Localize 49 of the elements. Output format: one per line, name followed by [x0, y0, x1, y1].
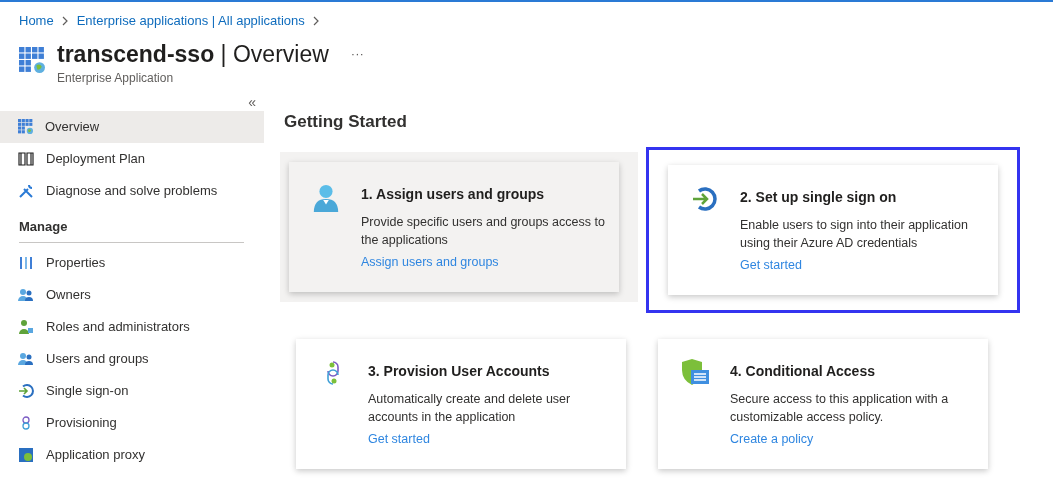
sidebar-item[interactable]: Properties	[0, 247, 264, 279]
tools-icon	[18, 182, 34, 199]
card-title: 1. Assign users and groups	[361, 185, 546, 204]
card-title: 2. Set up single sign on	[740, 188, 898, 207]
bars-icon	[18, 255, 34, 271]
shield-list-icon	[680, 359, 710, 387]
sidebar-item[interactable]: Roles and administrators	[0, 311, 264, 343]
sidebar-item[interactable]: Diagnose and solve problems	[0, 174, 264, 207]
section-title: Getting Started	[284, 110, 408, 133]
person-icon	[18, 319, 34, 335]
task-card[interactable]: 1. Assign users and groups Provide specific users and groups access to the applications Assign users and groups	[289, 162, 619, 292]
sidebar-item[interactable]: Provisioning	[0, 407, 264, 439]
card-description: Provide specific users and groups access to the applications	[361, 214, 606, 249]
sign-in-icon	[691, 185, 719, 213]
sidebar-item[interactable]: Single sign-on	[0, 375, 264, 407]
card-link[interactable]: Create a policy	[730, 430, 978, 449]
card-description: Secure access to this application with a customizable access policy.	[730, 391, 950, 426]
task-card[interactable]: 2. Set up single sign on Enable users to sign into their application using their Azure AD credentials Get started	[668, 165, 998, 295]
sidebar-item[interactable]: Overview	[0, 110, 264, 143]
more-button[interactable]: ···	[350, 43, 364, 64]
page-title: transcend-sso | Overview	[57, 39, 329, 69]
chevron-right-icon	[61, 15, 69, 26]
breadcrumb-link[interactable]: Enterprise applications | All applications	[76, 11, 305, 31]
section-heading: Manage	[18, 217, 69, 236]
card-link[interactable]: Get started	[368, 430, 616, 449]
card-link[interactable]: Assign users and groups	[361, 253, 609, 272]
people-icon	[18, 351, 34, 367]
people-icon	[18, 287, 34, 303]
breadcrumb-link[interactable]: Home	[19, 11, 54, 31]
card-title: 4. Conditional Access	[730, 362, 876, 381]
card-description: Automatically create and delete user accounts in the application	[368, 391, 572, 426]
app-grid-icon	[19, 46, 45, 73]
card-title: 3. Provision User Accounts	[368, 362, 551, 381]
sidebar-item[interactable]: Users and groups	[0, 343, 264, 375]
book-icon	[18, 150, 34, 167]
sidebar-item[interactable]: Deployment Plan	[0, 142, 264, 175]
card-description: Enable users to sign into their application using their Azure AD credentials	[740, 217, 969, 252]
sidebar-item[interactable]: Application proxy	[0, 439, 264, 471]
chevron-right-icon	[312, 15, 320, 26]
app-grid-icon	[18, 119, 33, 134]
page-subtitle: Enterprise Application	[57, 69, 175, 87]
collapse-button[interactable]: «	[248, 92, 256, 111]
proxy-icon	[18, 447, 34, 463]
task-card[interactable]: 4. Conditional Access Secure access to this application with a customizable access policy. Create a policy	[658, 339, 988, 469]
user-icon	[311, 182, 341, 214]
sign-in-icon	[18, 383, 34, 399]
sidebar-item[interactable]: Owners	[0, 279, 264, 311]
task-card[interactable]: 3. Provision User Accounts Automatically create and delete user accounts in the application Get started	[296, 339, 626, 469]
card-link[interactable]: Get started	[740, 256, 988, 275]
